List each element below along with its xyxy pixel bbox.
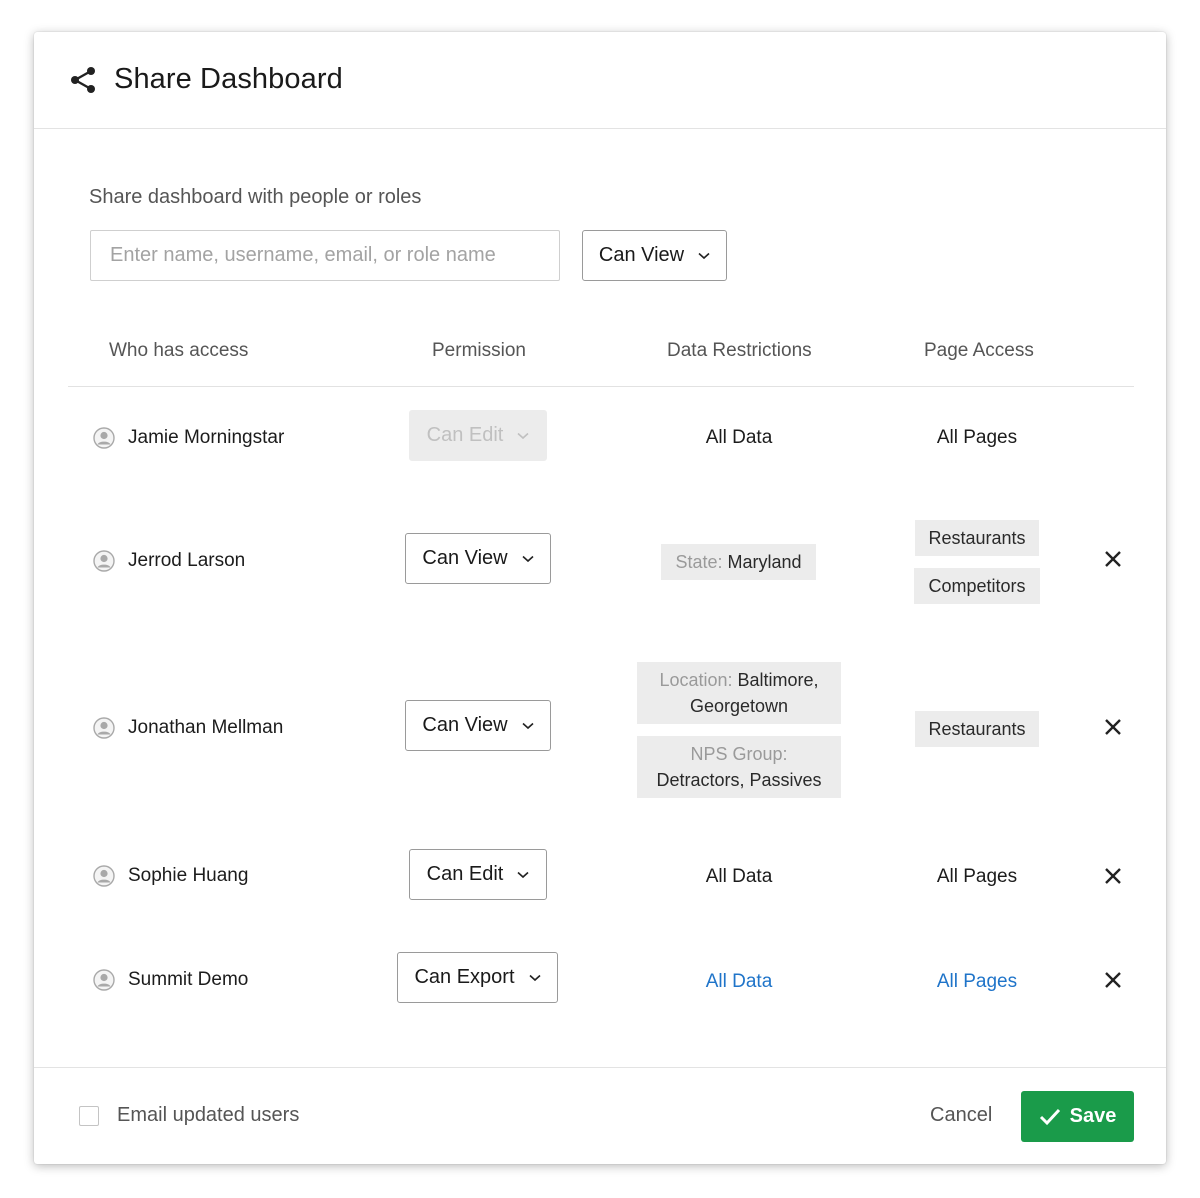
page-access-text: All Pages (936, 427, 1018, 448)
table-divider (68, 386, 1134, 387)
share-search-input[interactable] (90, 230, 560, 281)
column-header-data-restrictions: Data Restrictions (667, 340, 812, 361)
restriction-value: Baltimore, (737, 670, 819, 690)
permission-value: Can View (422, 547, 508, 569)
column-header-page-access: Page Access (924, 340, 1034, 361)
restriction-value: Georgetown (689, 696, 789, 716)
chevron-down-icon (522, 722, 534, 729)
person-name: Jerrod Larson (128, 550, 246, 571)
share-icon (71, 67, 95, 93)
permission-dropdown[interactable]: Can Edit (409, 849, 547, 900)
page-access-tag[interactable]: Restaurants (915, 520, 1039, 556)
email-updated-users-checkbox[interactable] (79, 1106, 99, 1126)
avatar-icon (93, 550, 115, 572)
remove-access-icon[interactable] (1104, 718, 1122, 736)
table-row: Summit Demo (93, 967, 248, 993)
data-restriction-tag[interactable]: Location: Baltimore, Georgetown (637, 662, 841, 724)
person-name: Jonathan Mellman (128, 717, 284, 738)
column-header-permission: Permission (432, 340, 526, 361)
table-row: Sophie Huang (93, 863, 248, 889)
share-section-label: Share dashboard with people or roles (89, 186, 422, 208)
dialog-footer: Email updated users Cancel Save (34, 1067, 1166, 1164)
chevron-down-icon (698, 252, 710, 259)
remove-access-icon[interactable] (1104, 867, 1122, 885)
share-dashboard-dialog: Share Dashboard Share dashboard with peo… (34, 32, 1166, 1164)
permission-dropdown[interactable]: Can View (405, 533, 551, 584)
table-row: Jamie Morningstar (93, 425, 284, 451)
permission-dropdown: Can Edit (409, 410, 547, 461)
data-restriction-link[interactable]: All Data (706, 971, 773, 993)
remove-access-icon[interactable] (1104, 971, 1122, 989)
permission-value: Can Edit (426, 424, 504, 446)
table-row: Jerrod Larson (93, 548, 245, 574)
table-row: Jonathan Mellman (93, 715, 283, 741)
share-permission-dropdown[interactable]: Can View (582, 230, 727, 281)
restriction-label: NPS Group: (690, 744, 788, 764)
data-restriction-text: All Data (705, 866, 773, 887)
chevron-down-icon (517, 871, 529, 878)
dialog-header: Share Dashboard (34, 32, 1166, 129)
page-access-tag[interactable]: Restaurants (915, 711, 1039, 747)
avatar-icon (93, 969, 115, 991)
email-updated-users-label[interactable]: Email updated users (117, 1104, 299, 1127)
avatar-icon (93, 717, 115, 739)
checkmark-icon (1039, 1108, 1060, 1125)
restriction-value: Detractors, Passives (656, 770, 822, 790)
data-restriction-text: All Data (705, 427, 773, 448)
chevron-down-icon (517, 432, 529, 439)
save-button[interactable]: Save (1021, 1091, 1134, 1142)
chevron-down-icon (522, 555, 534, 562)
person-name: Summit Demo (128, 969, 249, 990)
person-name: Sophie Huang (128, 865, 249, 886)
permission-dropdown[interactable]: Can Export (397, 952, 558, 1003)
avatar-icon (93, 865, 115, 887)
dialog-title: Share Dashboard (114, 63, 343, 95)
restriction-value: Maryland (727, 552, 802, 572)
permission-value: Can Edit (426, 863, 504, 885)
remove-access-icon[interactable] (1104, 550, 1122, 568)
column-header-who: Who has access (109, 340, 249, 361)
permission-value: Can Export (414, 966, 515, 988)
permission-value: Can View (422, 714, 508, 736)
share-permission-value: Can View (598, 244, 685, 266)
chevron-down-icon (528, 974, 541, 981)
restriction-label: Location: (659, 670, 733, 690)
permission-dropdown[interactable]: Can View (405, 700, 551, 751)
cancel-button[interactable]: Cancel (930, 1104, 992, 1127)
data-restriction-tag[interactable]: State: Maryland (661, 544, 816, 580)
restriction-label: State: (675, 552, 723, 572)
avatar-icon (93, 427, 115, 449)
save-label: Save (1069, 1105, 1117, 1127)
page-access-link[interactable]: All Pages (937, 971, 1017, 993)
page-access-text: All Pages (936, 866, 1018, 887)
data-restriction-tag[interactable]: NPS Group: Detractors, Passives (637, 736, 841, 798)
person-name: Jamie Morningstar (128, 427, 285, 448)
page-access-tag[interactable]: Competitors (914, 568, 1040, 604)
